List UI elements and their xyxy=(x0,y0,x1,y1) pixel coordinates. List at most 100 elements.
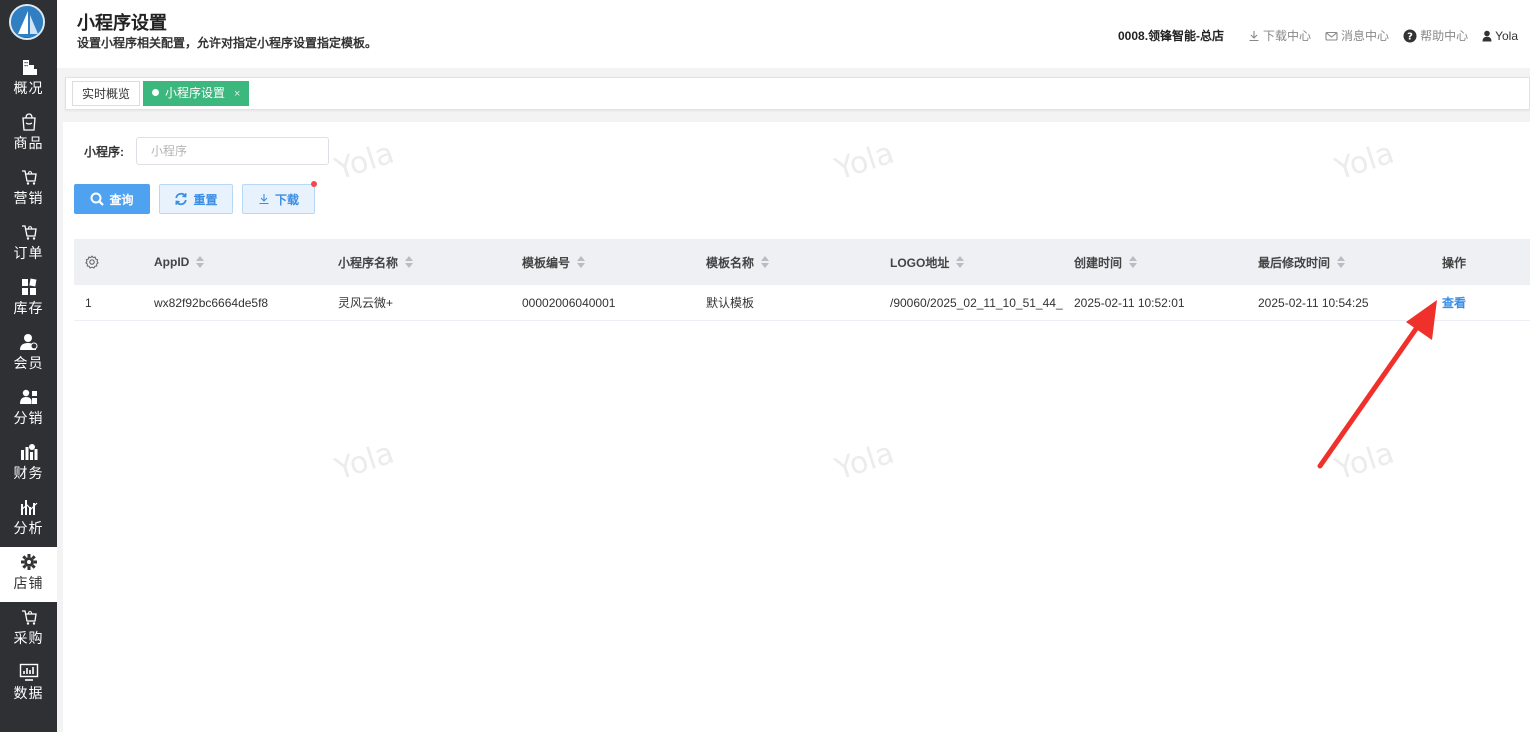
sort-icon[interactable] xyxy=(1337,256,1346,268)
sort-icon[interactable] xyxy=(956,256,965,268)
main-content: Yola Yola Yola Yola Yola Yola 小程序: 查询 重置 下载 A… xyxy=(63,122,1530,732)
member-icon xyxy=(19,333,39,351)
sort-icon[interactable] xyxy=(196,256,205,268)
column-header-template-name[interactable]: 模板名称 xyxy=(706,239,876,285)
table-row[interactable]: 1 wx82f92bc6664de5f8 灵风云微+ 0000200604000… xyxy=(74,285,1530,321)
sidebar-item-2[interactable]: 营销 xyxy=(0,162,57,217)
distribution-icon xyxy=(19,388,39,406)
column-header-logo[interactable]: LOGO地址 xyxy=(890,239,1060,285)
sidebar-item-label: 订单 xyxy=(13,245,44,261)
sidebar-item-label: 财务 xyxy=(13,465,44,481)
bag-icon xyxy=(19,113,39,131)
page-title: 小程序设置 xyxy=(77,13,167,33)
download-button[interactable]: 下载 xyxy=(242,184,315,214)
analysis-icon xyxy=(19,498,39,516)
user-name: Yola xyxy=(1495,28,1518,43)
sidebar-item-1[interactable]: 商品 xyxy=(0,107,57,162)
notification-dot xyxy=(311,181,317,187)
sidebar-item-3[interactable]: 订单 xyxy=(0,217,57,272)
sidebar-item-label: 概况 xyxy=(13,80,44,96)
cart-icon xyxy=(19,223,39,241)
sort-icon[interactable] xyxy=(1129,256,1138,268)
building-icon xyxy=(19,58,39,76)
row-template-no: 00002006040001 xyxy=(522,295,616,310)
row-name: 灵风云微+ xyxy=(338,296,394,310)
row-logo: /90060/2025_02_11_10_51_44_ xyxy=(890,295,1063,310)
sidebar-item-label: 会员 xyxy=(13,355,44,371)
sidebar-item-11[interactable]: 数据 xyxy=(0,657,57,712)
column-header-appid[interactable]: AppID xyxy=(154,239,324,285)
sidebar-item-label: 店铺 xyxy=(13,575,44,591)
sidebar-item-9[interactable]: 店铺 xyxy=(0,547,57,602)
download-icon xyxy=(1249,30,1259,41)
header-actions: 0008.领锋智能-总店 下载中心 消息中心 ? 帮助中心 Yola xyxy=(1118,27,1518,44)
help-center-label: 帮助中心 xyxy=(1420,29,1469,43)
sidebar-item-8[interactable]: 分析 xyxy=(0,492,57,547)
reset-button[interactable]: 重置 xyxy=(159,184,233,214)
close-icon[interactable]: × xyxy=(234,88,240,100)
column-header-template-no[interactable]: 模板编号 xyxy=(522,239,692,285)
sidebar-item-5[interactable]: 会员 xyxy=(0,327,57,382)
message-center-label: 消息中心 xyxy=(1341,29,1390,43)
store-name[interactable]: 0008.领锋智能-总店 xyxy=(1118,27,1224,44)
sidebar-item-label: 库存 xyxy=(13,300,44,316)
sidebar-item-6[interactable]: 分销 xyxy=(0,382,57,437)
cart-icon xyxy=(19,608,39,626)
gear-icon xyxy=(19,553,39,571)
row-appid: wx82f92bc6664de5f8 xyxy=(154,295,269,310)
column-header-name[interactable]: 小程序名称 xyxy=(338,239,508,285)
watermark: Yola xyxy=(831,435,899,488)
help-icon: ? xyxy=(1403,29,1417,42)
column-header-created[interactable]: 创建时间 xyxy=(1074,239,1244,285)
sidebar-item-label: 营销 xyxy=(13,190,44,206)
tab-overview[interactable]: 实时概览 xyxy=(72,81,141,106)
row-template-name: 默认模板 xyxy=(706,296,755,310)
refresh-icon xyxy=(175,192,188,206)
sort-icon[interactable] xyxy=(405,256,414,268)
message-center-link[interactable]: 消息中心 xyxy=(1325,27,1389,44)
view-link[interactable]: 查看 xyxy=(1442,285,1502,320)
sidebar-item-label: 分析 xyxy=(13,520,44,536)
user-icon xyxy=(1482,30,1492,41)
watermark: Yola xyxy=(331,435,399,488)
user-menu[interactable]: Yola xyxy=(1482,29,1518,43)
sidebar-item-0[interactable]: 概况 xyxy=(0,52,57,107)
active-dot-icon xyxy=(152,89,159,96)
column-settings-button[interactable] xyxy=(85,239,115,285)
query-button[interactable]: 查询 xyxy=(74,184,150,214)
watermark: Yola xyxy=(1331,435,1399,488)
sidebar-item-10[interactable]: 采购 xyxy=(0,602,57,657)
svg-text:?: ? xyxy=(1407,31,1413,42)
watermark: Yola xyxy=(331,135,399,188)
download-center-link[interactable]: 下载中心 xyxy=(1248,27,1311,44)
sidebar-item-4[interactable]: 库存 xyxy=(0,272,57,327)
grid-icon xyxy=(19,278,39,296)
tabs-area: 实时概览 小程序设置 × xyxy=(57,68,1530,122)
column-header-action: 操作 xyxy=(1442,255,1467,270)
page-header: 小程序设置 设置小程序相关配置，允许对指定小程序设置指定模板。 0008.领锋智… xyxy=(57,0,1530,68)
sidebar: 概况商品营销订单库存会员分销财务分析店铺采购数据 xyxy=(0,0,57,732)
gear-icon xyxy=(85,255,99,269)
finance-icon xyxy=(19,443,39,461)
tabs-bar: 实时概览 小程序设置 × xyxy=(65,77,1530,110)
row-index: 1 xyxy=(85,295,92,310)
sidebar-item-label: 数据 xyxy=(13,685,44,701)
cart-icon xyxy=(19,168,39,186)
sidebar-item-label: 商品 xyxy=(13,135,44,151)
mail-icon xyxy=(1325,31,1338,41)
page-subtitle: 设置小程序相关配置，允许对指定小程序设置指定模板。 xyxy=(77,36,378,50)
monitor-chart-icon xyxy=(19,663,39,681)
brand-logo[interactable] xyxy=(9,4,45,40)
sidebar-item-label: 采购 xyxy=(13,630,44,646)
tab-label: 小程序设置 xyxy=(165,86,226,100)
miniprogram-search-input[interactable] xyxy=(136,137,329,165)
help-center-link[interactable]: ? 帮助中心 xyxy=(1403,27,1468,44)
column-header-modified[interactable]: 最后修改时间 xyxy=(1258,239,1428,285)
sort-icon[interactable] xyxy=(761,256,770,268)
reset-label: 重置 xyxy=(193,192,218,207)
table-header: AppID 小程序名称 模板编号 模板名称 LOGO地址 创建时间 最后修改时间… xyxy=(74,239,1530,285)
search-icon xyxy=(90,192,105,206)
sort-icon[interactable] xyxy=(577,256,586,268)
sidebar-item-7[interactable]: 财务 xyxy=(0,437,57,492)
tab-miniprogram-settings[interactable]: 小程序设置 × xyxy=(143,81,250,106)
